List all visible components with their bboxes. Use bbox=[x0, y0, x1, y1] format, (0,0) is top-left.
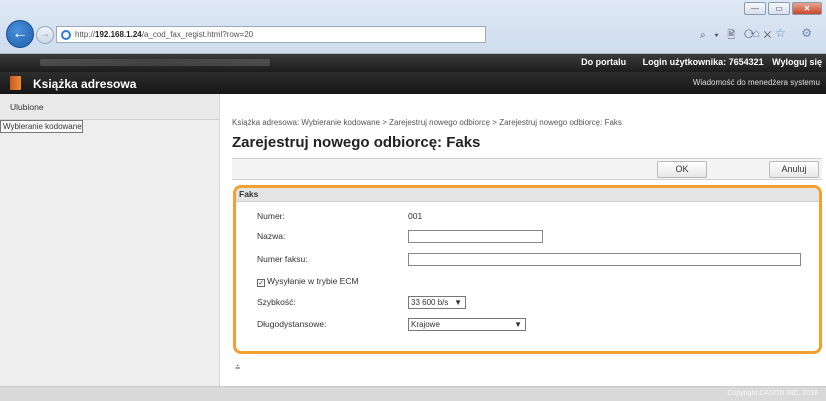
footer: Copyright CANON INC. 2016 bbox=[0, 386, 826, 401]
ecm-row: ✓ Wysyłanie w trybie ECM bbox=[257, 276, 359, 287]
address-bar[interactable]: http://192.168.1.24/a_cod_fax_regist.htm… bbox=[56, 26, 486, 43]
app-title: Książka adresowa bbox=[33, 77, 137, 91]
address-book-icon bbox=[10, 76, 21, 90]
address-path: /a_cod_fax_regist.html?row=20 bbox=[141, 30, 254, 39]
ie-icon bbox=[61, 30, 71, 40]
browser-chrome: — ▭ ✕ ← → http://192.168.1.24/a_cod_fax_… bbox=[0, 0, 826, 54]
address-host: 192.168.1.24 bbox=[95, 30, 142, 39]
chevron-down-icon: ▼ bbox=[454, 298, 462, 307]
maximize-button[interactable]: ▭ bbox=[768, 2, 790, 15]
minimize-button[interactable]: — bbox=[744, 2, 766, 15]
admin-message-link[interactable]: Wiadomość do menedżera systemu bbox=[693, 78, 820, 87]
portal-link[interactable]: Do portalu bbox=[581, 57, 626, 67]
logout-link[interactable]: Wyloguj się bbox=[772, 57, 822, 67]
distance-label: Długodystansowe: bbox=[257, 319, 327, 329]
ecm-label: Wysyłanie w trybie ECM bbox=[267, 276, 359, 286]
breadcrumb: Książka adresowa: Wybieranie kodowane > … bbox=[232, 118, 622, 127]
page-title: Zarejestruj nowego odbiorcę: Faks bbox=[232, 134, 481, 151]
number-label: Numer: bbox=[257, 211, 285, 221]
sidebar-item-coded-dial[interactable]: Wybieranie kodowane bbox=[0, 120, 83, 133]
name-label: Nazwa: bbox=[257, 231, 286, 241]
forward-button[interactable]: → bbox=[36, 26, 54, 44]
number-value: 001 bbox=[408, 211, 423, 221]
fax-fieldset: Faks Numer: 001 Nazwa: Numer faksu: ✓ Wys… bbox=[233, 185, 822, 354]
speed-select[interactable]: 33 600 b/s ▼ bbox=[408, 296, 466, 309]
sidebar-item-favorites[interactable]: Ulubione bbox=[0, 94, 219, 120]
top-bar: Do portalu Login użytkownika: 7654321 Wy… bbox=[0, 54, 826, 72]
speed-select-value: 33 600 b/s bbox=[411, 298, 449, 307]
distance-select-value: Krajowe bbox=[411, 320, 440, 329]
cancel-button[interactable]: Anuluj bbox=[769, 161, 819, 178]
back-button[interactable]: ← bbox=[6, 20, 34, 48]
fax-number-label: Numer faksu: bbox=[257, 254, 308, 264]
button-bar: OK Anuluj bbox=[232, 158, 822, 180]
main-content: Książka adresowa: Wybieranie kodowane > … bbox=[220, 94, 826, 386]
copyright-text: Copyright CANON INC. 2016 bbox=[727, 390, 818, 397]
back-to-top-icon[interactable]: ⩮ bbox=[235, 362, 240, 373]
ecm-checkbox[interactable]: ✓ bbox=[257, 279, 265, 287]
close-window-button[interactable]: ✕ bbox=[792, 2, 822, 15]
device-name-redacted bbox=[40, 59, 270, 66]
ok-button[interactable]: OK bbox=[657, 161, 707, 178]
name-input[interactable] bbox=[408, 230, 543, 243]
speed-label: Szybkość: bbox=[257, 297, 296, 307]
fax-number-input[interactable] bbox=[408, 253, 801, 266]
chevron-down-icon: ▼ bbox=[514, 320, 522, 329]
login-user-label: Login użytkownika: 7654321 bbox=[642, 57, 764, 67]
distance-select[interactable]: Krajowe ▼ bbox=[408, 318, 526, 331]
top-links: Do portalu Login użytkownika: 7654321 Wy… bbox=[567, 57, 822, 67]
window-controls: — ▭ ✕ bbox=[744, 2, 822, 15]
app-header: Książka adresowa Wiadomość do menedżera … bbox=[0, 72, 826, 94]
sidebar: Ulubione Wybieranie kodowane bbox=[0, 94, 220, 386]
address-prefix: http:// bbox=[75, 30, 96, 39]
fieldset-legend: Faks bbox=[236, 188, 819, 202]
home-favorites-settings-icons[interactable]: ⌂ ☆ ⚙ bbox=[753, 26, 818, 40]
